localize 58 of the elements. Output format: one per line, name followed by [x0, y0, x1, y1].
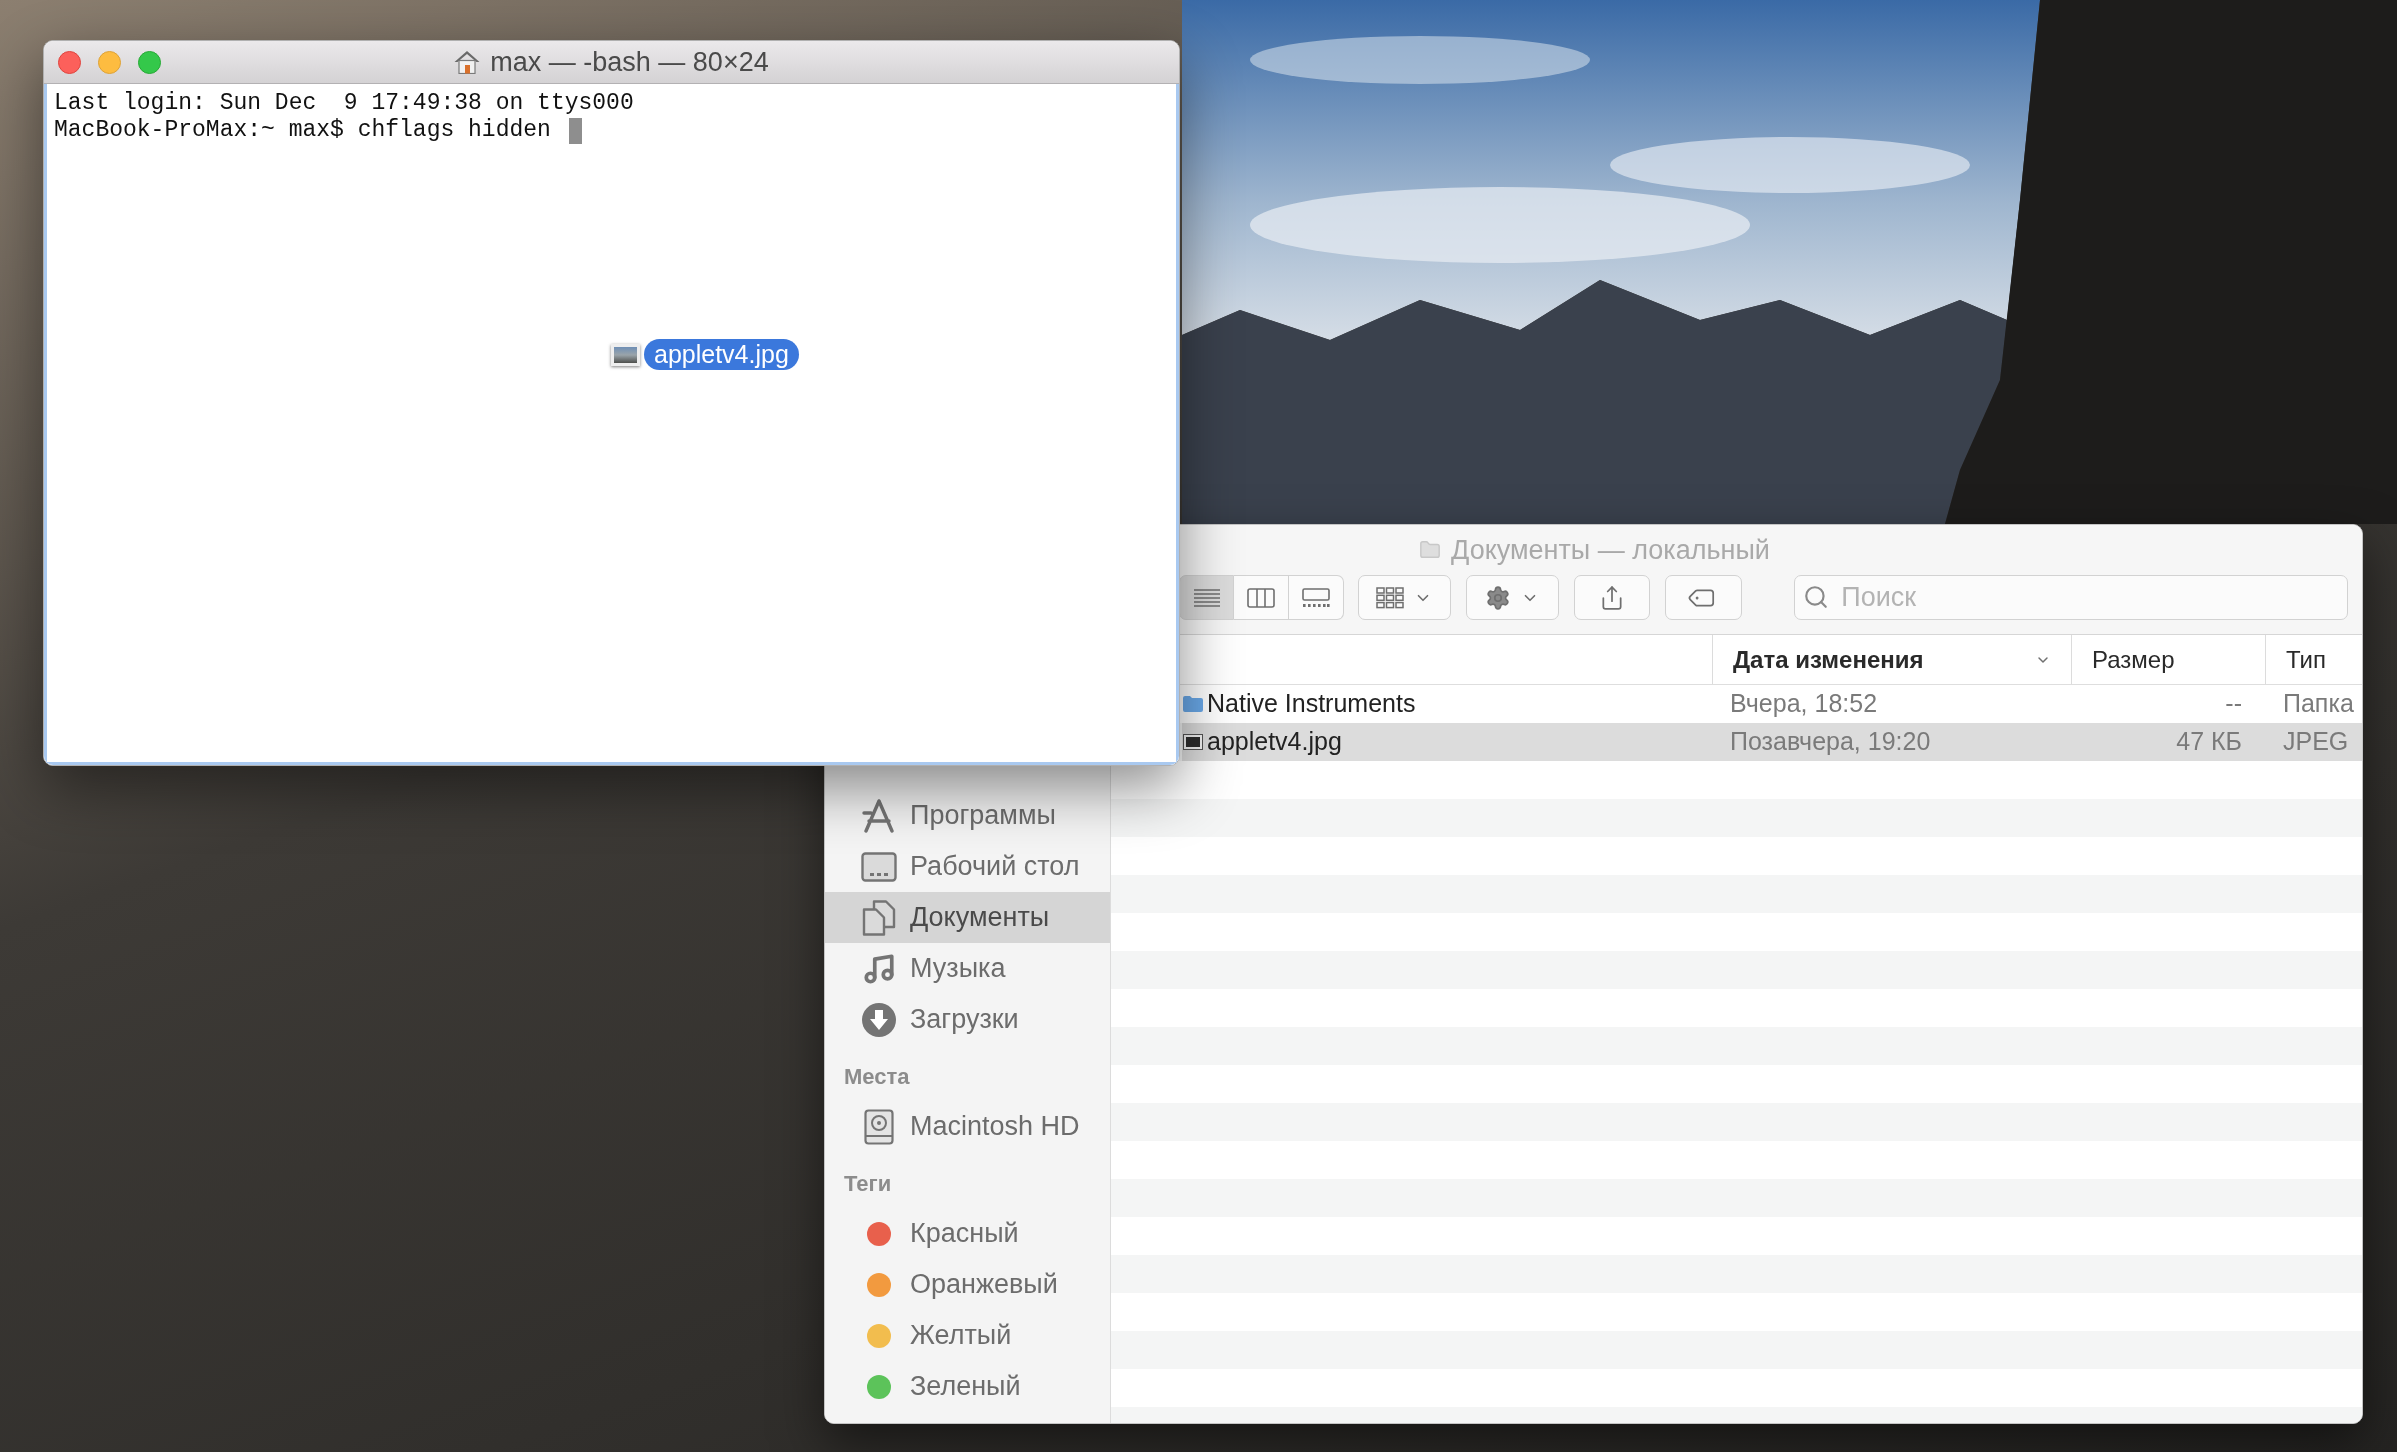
file-kind: Папка: [2283, 689, 2354, 718]
column-header[interactable]: Тип: [2265, 635, 2362, 684]
file-row[interactable]: Native Instruments Вчера, 18:52 -- Папка: [1182, 685, 2362, 723]
sidebar-item[interactable]: Зеленый: [825, 1361, 1110, 1412]
file-name: appletv4.jpg: [1207, 726, 1342, 758]
sidebar-item[interactable]: Рабочий стол: [825, 841, 1110, 892]
sidebar-item[interactable]: Красный: [825, 1208, 1110, 1259]
image-file-icon: [1183, 734, 1203, 750]
column-view-button[interactable]: [1234, 575, 1289, 620]
columns-icon: [1247, 587, 1275, 608]
file-name: Native Instruments: [1207, 688, 1416, 720]
file-size: 47 КБ: [2176, 726, 2242, 758]
column-header[interactable]: Размер: [2071, 635, 2265, 684]
column-header[interactable]: Дата изменения: [1712, 635, 2071, 684]
section-header: Теги: [844, 1170, 892, 1198]
file-row[interactable]: appletv4.jpg Позавчера, 19:20 47 КБ JPEG: [1182, 723, 2362, 761]
list-lines-icon: [1193, 588, 1220, 607]
search-field[interactable]: Поиск: [1794, 575, 2348, 620]
share-button[interactable]: [1573, 575, 1651, 620]
sidebar-item[interactable]: Музыка: [825, 943, 1110, 994]
image-thumbnail-icon: [611, 343, 640, 366]
action-button[interactable]: [1465, 575, 1559, 620]
file-kind: JPEG: [2283, 727, 2349, 756]
gallery-view-button[interactable]: [1289, 575, 1344, 620]
file-size: --: [2225, 688, 2242, 720]
gear-icon: [1485, 584, 1512, 611]
a-shape-icon: [861, 798, 897, 833]
music-note-icon: [862, 951, 896, 986]
sidebar-item[interactable]: Документы: [825, 892, 1110, 943]
sidebar-item[interactable]: Загрузки: [825, 994, 1110, 1045]
tag-button[interactable]: [1665, 575, 1743, 620]
modified-date: Вчера, 18:52: [1730, 689, 1878, 718]
hard-drive-icon: [864, 1108, 894, 1145]
terminal-line: MacBook-ProMax:~ max$ chflags hidden: [54, 117, 551, 144]
house-icon: [454, 50, 481, 74]
window-title: Документы — локальный: [1451, 533, 1770, 567]
sidebar-item[interactable]: Оранжевый: [825, 1259, 1110, 1310]
block-cursor-icon: [568, 117, 582, 144]
gallery-icon: [1302, 587, 1330, 608]
terminal-line: Last login: Sun Dec 9 17:49:38 on ttys000: [54, 90, 634, 117]
window-title: max — -bash — 80×24: [490, 45, 769, 79]
window-dots-icon: [861, 851, 897, 882]
stacked-pages-icon: [862, 899, 896, 936]
sidebar-item[interactable]: Программы: [825, 790, 1110, 841]
group-button[interactable]: [1358, 575, 1451, 620]
down-arrow-circle-icon: [861, 1001, 897, 1038]
grid-icon: [1376, 586, 1405, 609]
sidebar-item[interactable]: Macintosh HD: [825, 1101, 1110, 1152]
dragged-file-label[interactable]: appletv4.jpg: [644, 339, 799, 370]
sidebar-item[interactable]: Желтый: [825, 1310, 1110, 1361]
search-icon: [1803, 584, 1830, 610]
close-button[interactable]: [58, 50, 81, 74]
modified-date: Позавчера, 19:20: [1730, 727, 1931, 756]
share-icon: [1599, 584, 1625, 611]
section-header: Места: [844, 1063, 910, 1091]
list-view-button[interactable]: [1179, 575, 1234, 620]
folder-icon: [1183, 696, 1203, 712]
maximize-button[interactable]: [138, 50, 161, 74]
